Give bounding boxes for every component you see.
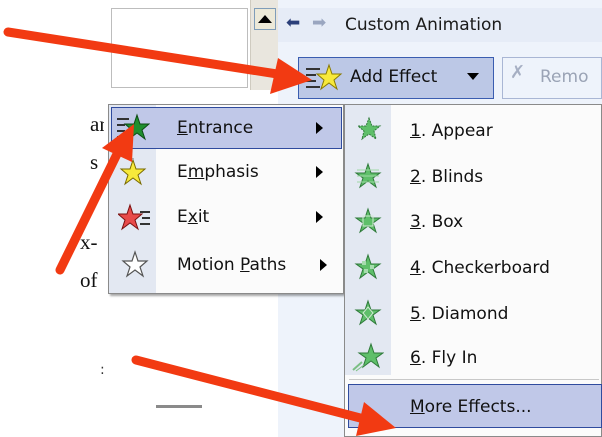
- scroll-up-arrow-icon: [258, 15, 272, 23]
- submenu-item-box-label: 3. Box: [410, 212, 464, 232]
- submenu-item-blinds-label: 2. Blinds: [410, 167, 484, 187]
- menu-item-emphasis-label: Emphasis: [177, 162, 259, 182]
- submenu-item-fly-in-label: 6. Fly In: [410, 348, 478, 368]
- submenu-item-box[interactable]: [347, 199, 599, 243]
- diamond-star-icon: [354, 299, 382, 326]
- document-text-x: x-: [80, 230, 98, 254]
- submenu-separator: [349, 379, 599, 380]
- document-text-of: of: [80, 268, 98, 292]
- submenu-item-checkerboard-label: 4. Checkerboard: [410, 258, 550, 278]
- entrance-submenu-arrow-icon: [316, 122, 323, 134]
- exit-star-icon: [118, 203, 150, 231]
- motion-paths-star-icon: [121, 250, 149, 278]
- dropdown-arrow-icon: [467, 73, 479, 80]
- forward-arrow-icon[interactable]: ➡: [312, 13, 326, 33]
- slide-thumbnail[interactable]: [111, 8, 248, 88]
- more-effects-label: More Effects...: [410, 397, 532, 417]
- menu-item-entrance-label: Entrance: [177, 118, 254, 138]
- menu-item-motion-paths-label: Motion Paths: [177, 255, 287, 275]
- exit-submenu-arrow-icon: [316, 211, 323, 223]
- blinds-star-icon: [354, 162, 382, 189]
- document-text-s: s: [90, 150, 99, 174]
- emphasis-star-icon: [119, 158, 147, 186]
- appear-star-icon: [356, 116, 382, 141]
- entrance-star-icon: [117, 113, 150, 141]
- submenu-item-appear-label: 1. Appear: [410, 121, 493, 141]
- remove-label: Remo: [540, 67, 589, 87]
- add-effect-label: Add Effect: [350, 67, 438, 87]
- checkerboard-star-icon: [354, 253, 382, 280]
- back-arrow-icon[interactable]: ⬅: [286, 13, 300, 33]
- add-effect-star-icon: [306, 63, 343, 91]
- remove-icon: ✗: [510, 62, 526, 83]
- menu-item-exit-label: Exit: [177, 207, 210, 227]
- emphasis-submenu-arrow-icon: [316, 166, 323, 178]
- box-star-icon: [354, 207, 382, 234]
- taskpane-title: Custom Animation: [345, 15, 503, 35]
- document-text-comma: ,: [88, 190, 94, 214]
- scroll-up-button[interactable]: [254, 8, 276, 30]
- fly-in-star-icon: [352, 342, 384, 372]
- slide-pane-divider: [156, 405, 202, 408]
- submenu-item-diamond-label: 5. Diamond: [410, 304, 509, 324]
- motion-paths-submenu-arrow-icon: [320, 259, 327, 271]
